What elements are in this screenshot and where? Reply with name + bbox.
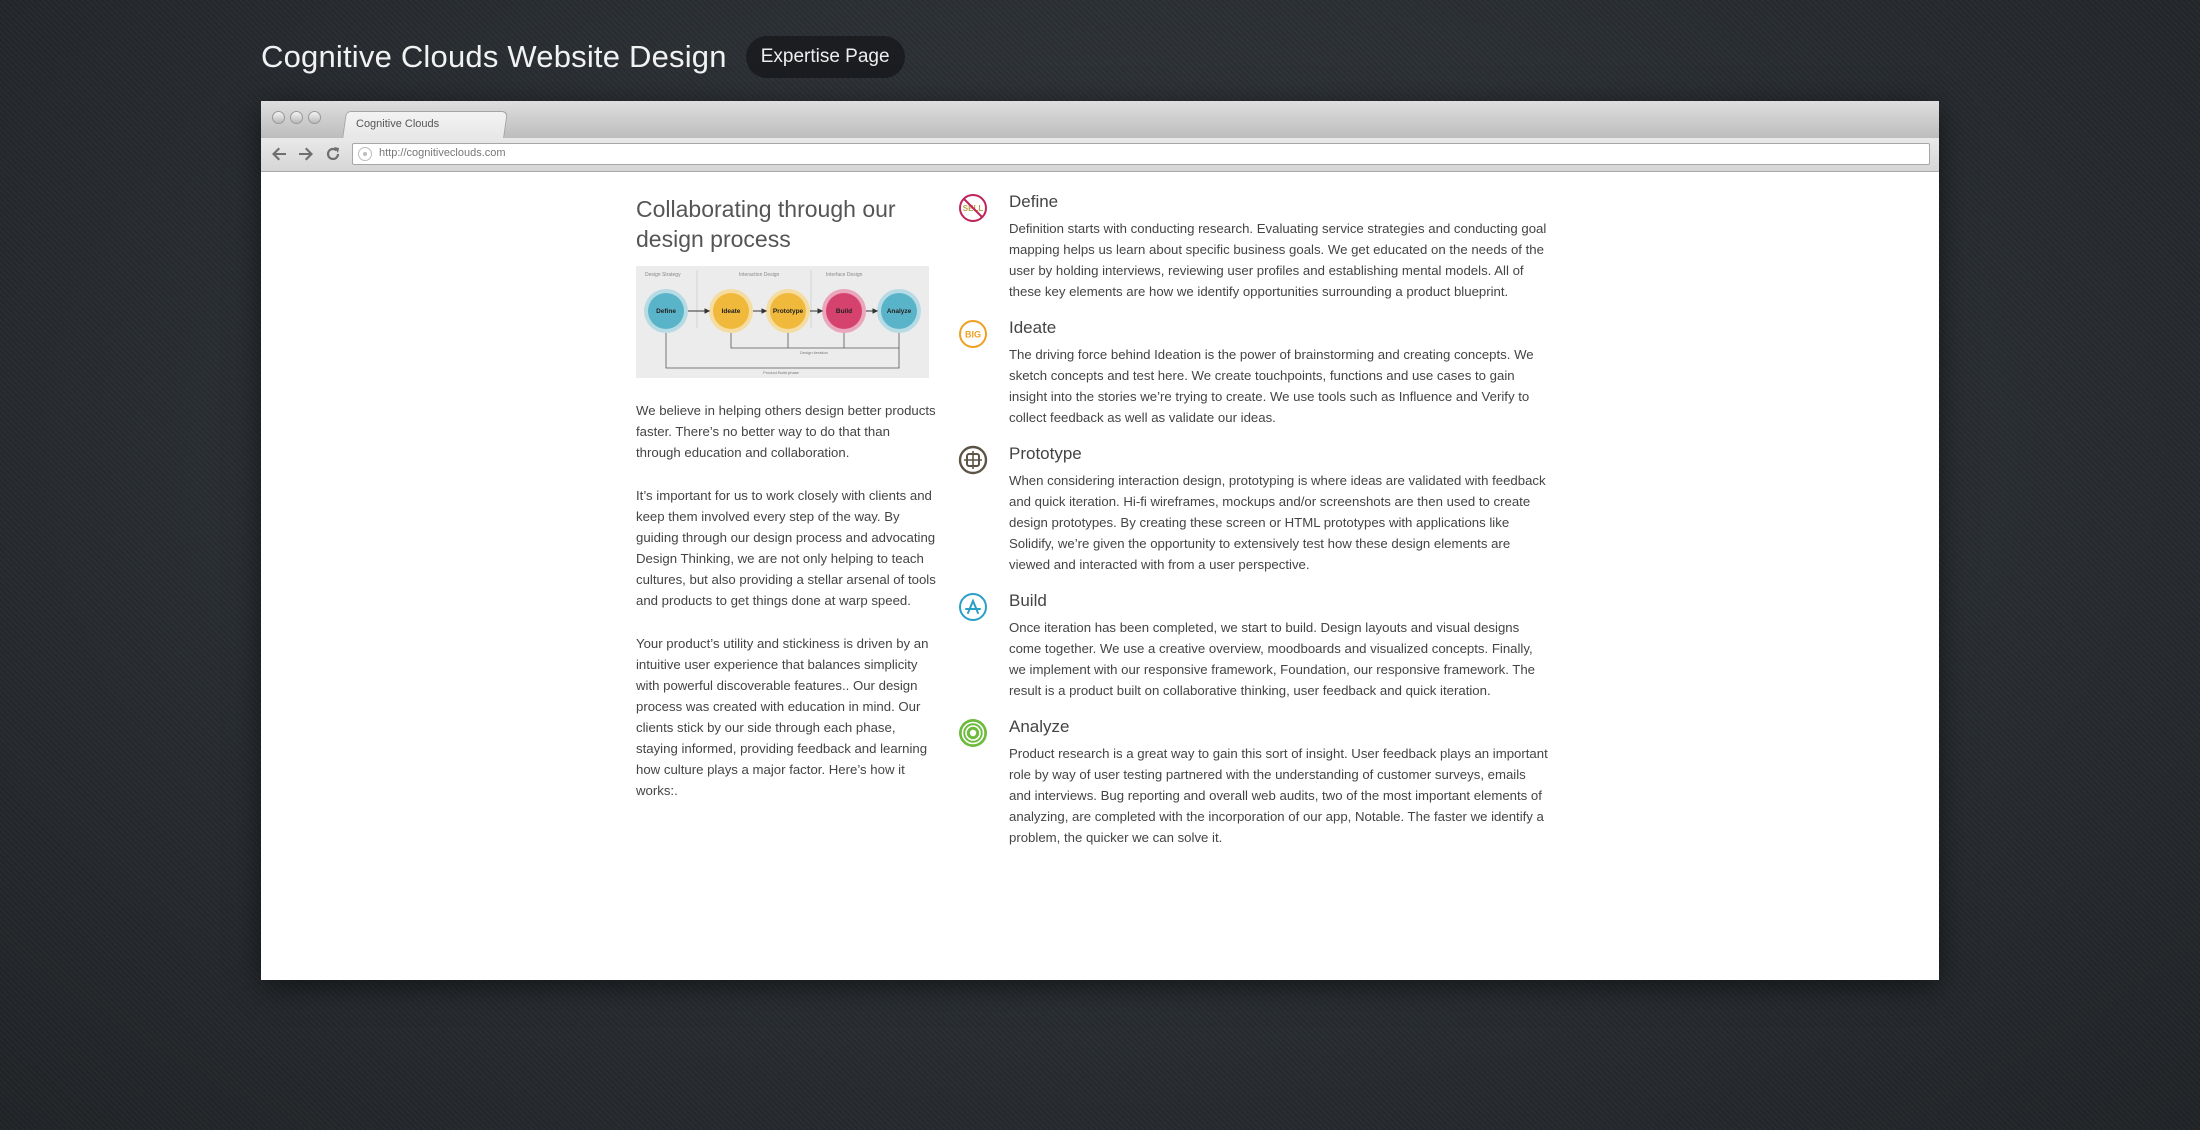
forward-arrow-icon[interactable]: [297, 145, 315, 167]
diagram-node-label: Define: [656, 308, 676, 315]
diagram-node-label: Build: [836, 308, 852, 315]
process-steps: SELL Define Definition starts with condu…: [958, 190, 1548, 862]
prototype-icon: [958, 445, 988, 475]
intro-heading: Collaborating through our design process: [636, 196, 896, 252]
browser-toolbar: http://cognitiveclouds.com: [261, 138, 1939, 172]
step-description: Once iteration has been completed, we st…: [1009, 620, 1536, 698]
diagram-loop-label: Product Build phase: [763, 370, 800, 375]
page-header: Cognitive Clouds Website Design Expertis…: [261, 36, 905, 78]
step-title: Define: [1009, 192, 1059, 211]
page-badge: Expertise Page: [745, 36, 905, 78]
browser-window: Cognitive Clouds http://cognitiveclouds.…: [261, 101, 1939, 980]
step-description: Product research is a great way to gain …: [1009, 746, 1548, 845]
close-window-button[interactable]: [272, 111, 285, 124]
url-text: http://cognitiveclouds.com: [379, 147, 506, 159]
diagram-loop-label: Design iteration: [800, 350, 828, 355]
step-ideate: BIG Ideate The driving force behind Idea…: [958, 316, 1548, 428]
big-idea-icon: BIG: [958, 319, 988, 349]
step-prototype: Prototype When considering interaction d…: [958, 442, 1548, 575]
step-title: Analyze: [1009, 717, 1070, 736]
intro-paragraph: We believe in helping others design bett…: [636, 403, 936, 460]
step-title: Ideate: [1009, 318, 1057, 337]
step-build: Build Once iteration has been completed,…: [958, 589, 1548, 701]
step-description: When considering interaction design, pro…: [1009, 473, 1546, 572]
step-description: Definition starts with conducting resear…: [1009, 221, 1547, 299]
step-analyze: Analyze Product research is a great way …: [958, 715, 1548, 848]
site-info-icon[interactable]: [358, 147, 372, 161]
page-title: Cognitive Clouds Website Design: [261, 39, 727, 74]
intro-paragraph: It’s important for us to work closely wi…: [636, 488, 936, 608]
target-icon: [958, 718, 988, 748]
diagram-group-label: Design Strategy: [645, 272, 681, 278]
step-title: Prototype: [1009, 444, 1082, 463]
address-bar[interactable]: http://cognitiveclouds.com: [352, 143, 1930, 165]
big-idea-icon-text: BIG: [965, 330, 981, 340]
minimize-window-button[interactable]: [290, 111, 303, 124]
diagram-group-label: Interaction Design: [739, 272, 780, 278]
step-define: SELL Define Definition starts with condu…: [958, 190, 1548, 302]
intro-paragraph: Your product’s utility and stickiness is…: [636, 636, 929, 798]
design-process-diagram: Design Strategy Interaction Design Inter…: [636, 266, 929, 378]
intro-column: Collaborating through our design process…: [636, 194, 936, 801]
no-sell-icon: SELL: [958, 193, 988, 223]
back-arrow-icon[interactable]: [270, 145, 288, 167]
step-title: Build: [1009, 591, 1047, 610]
browser-tab-title: Cognitive Clouds: [356, 118, 440, 130]
diagram-node-label: Analyze: [887, 308, 912, 315]
step-description: The driving force behind Ideation is the…: [1009, 347, 1534, 425]
zoom-window-button[interactable]: [308, 111, 321, 124]
app-store-icon: [958, 592, 988, 622]
diagram-node-label: Ideate: [722, 308, 741, 315]
reload-icon[interactable]: [324, 145, 342, 167]
diagram-group-label: Interface Design: [826, 272, 863, 278]
browser-tab-bar: Cognitive Clouds: [261, 101, 1939, 139]
diagram-node-label: Prototype: [773, 308, 804, 315]
